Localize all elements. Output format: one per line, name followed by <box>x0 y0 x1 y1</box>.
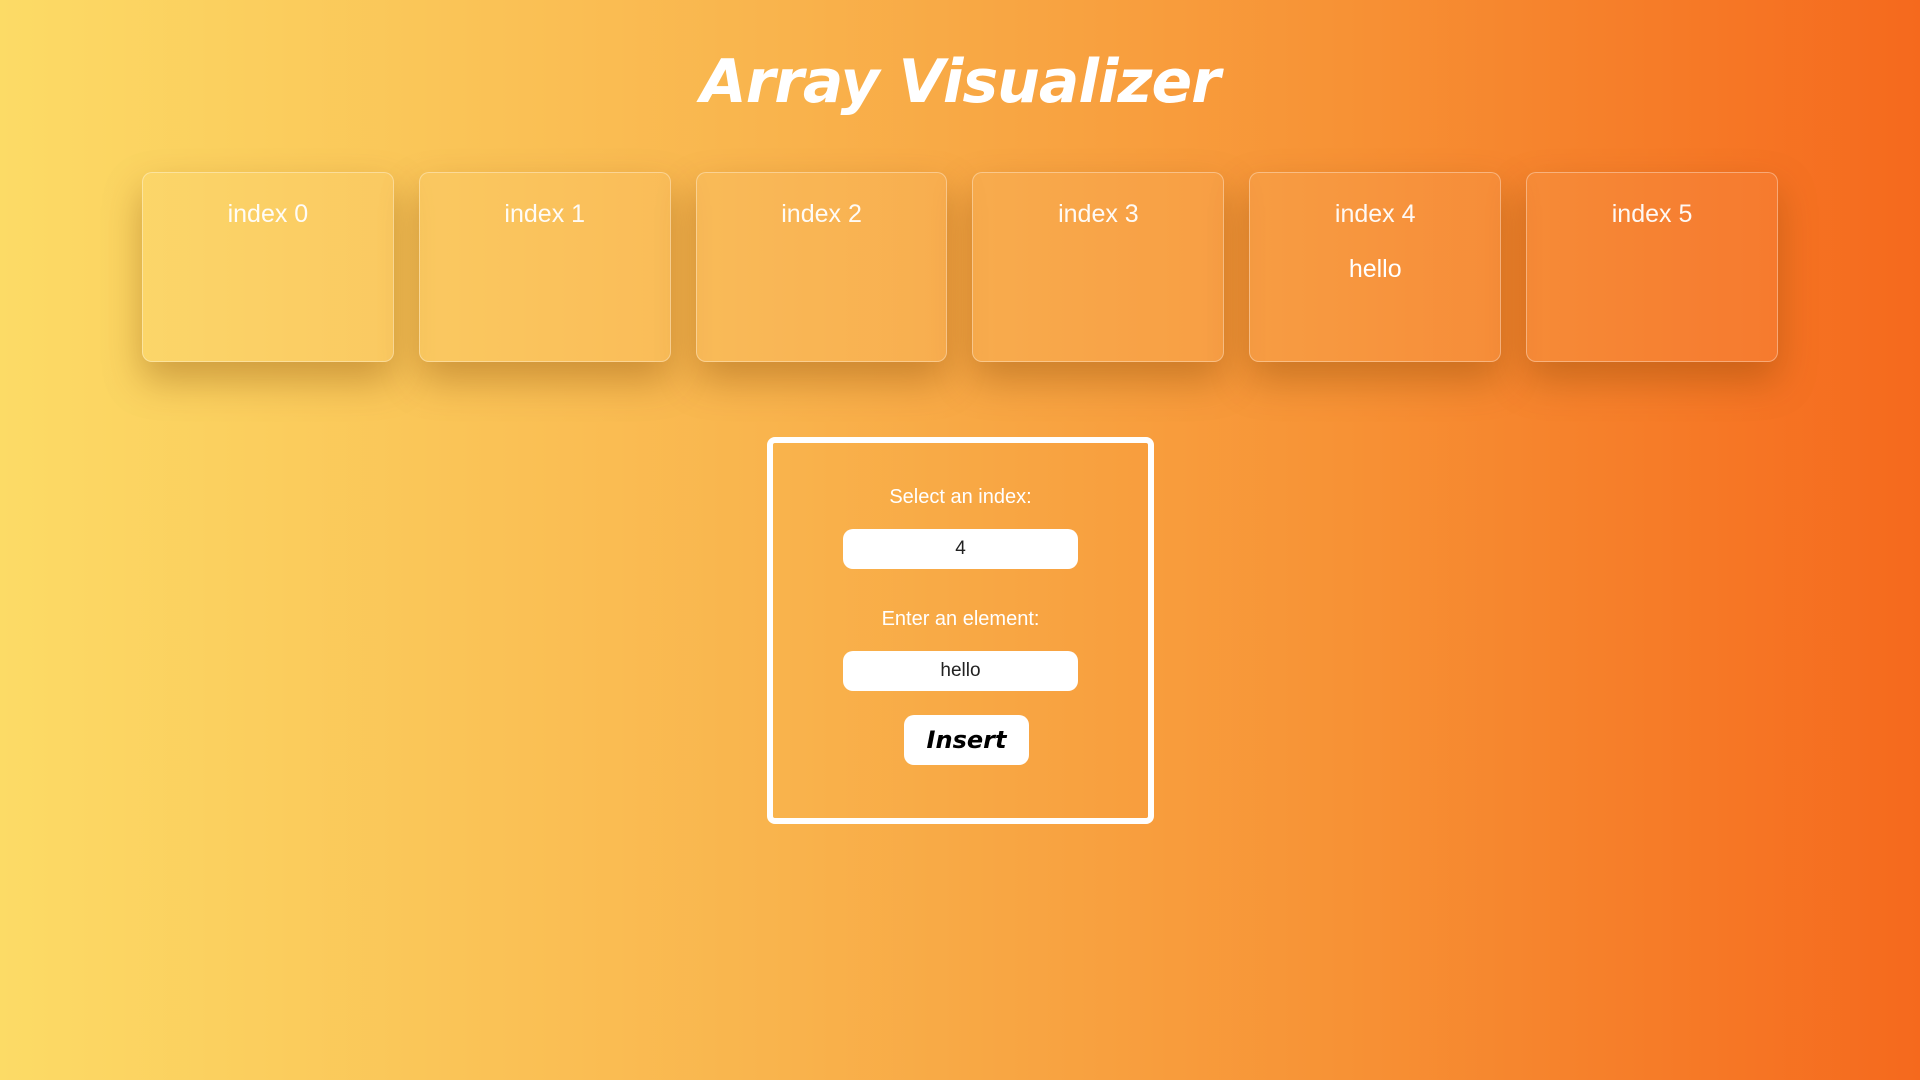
array-cell-2: index 2 <box>695 172 948 362</box>
cell-index-label: index 4 <box>1334 200 1416 228</box>
array-cell-0: index 0 <box>142 172 394 362</box>
cell-index-label: index 2 <box>781 200 862 228</box>
index-input[interactable] <box>843 529 1078 569</box>
cell-value: hello <box>1348 255 1402 283</box>
array-row: index 0 index 1 index 2 index 3 index 4 … <box>142 172 1778 362</box>
array-cell-1: index 1 <box>418 172 671 362</box>
insert-button[interactable]: Insert <box>904 715 1029 765</box>
cell-index-label: index 1 <box>504 200 586 228</box>
cell-index-label: index 0 <box>227 200 309 228</box>
array-cell-3: index 3 <box>972 172 1225 362</box>
index-label: Select an index: <box>889 486 1032 508</box>
element-input[interactable] <box>843 651 1078 691</box>
array-cell-4: index 4 hello <box>1249 172 1502 362</box>
page-title: Array Visualizer <box>700 47 1220 117</box>
element-label: Enter an element: <box>881 608 1040 630</box>
insert-panel: Select an index: Enter an element: Inser… <box>767 437 1154 824</box>
array-cell-5: index 5 <box>1526 172 1778 362</box>
cell-index-label: index 5 <box>1611 200 1693 228</box>
cell-index-label: index 3 <box>1058 200 1139 228</box>
